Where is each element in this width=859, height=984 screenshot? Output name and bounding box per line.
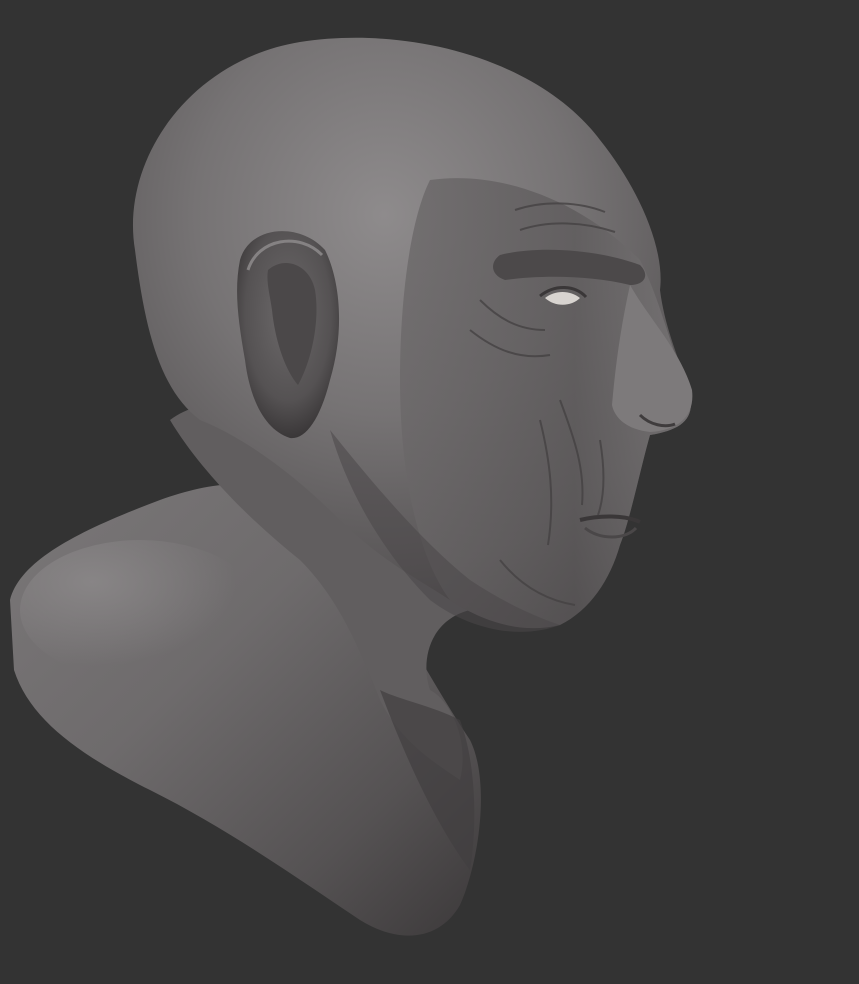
sculpt-viewport[interactable] xyxy=(0,0,859,984)
shoulder-highlight xyxy=(20,540,260,680)
clay-bust-render xyxy=(10,37,693,936)
